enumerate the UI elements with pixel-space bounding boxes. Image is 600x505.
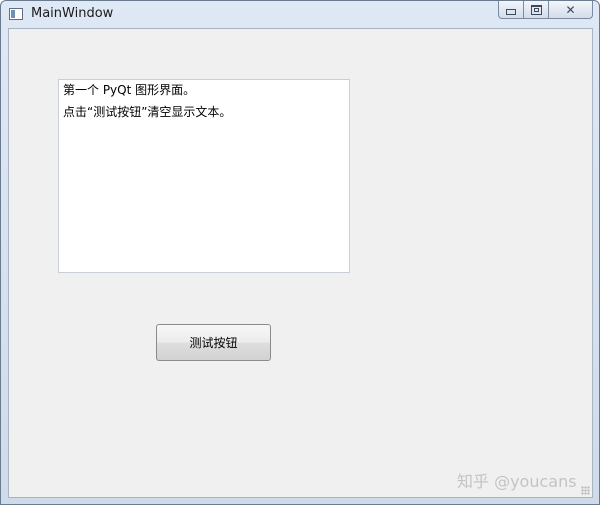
test-button[interactable]: 测试按钮 xyxy=(156,324,271,361)
minimize-icon xyxy=(506,8,516,15)
minimize-button[interactable] xyxy=(498,1,524,19)
size-grip-icon[interactable] xyxy=(581,486,590,495)
title-bar[interactable]: MainWindow ✕ xyxy=(1,1,599,27)
central-widget: 第一个 PyQt 图形界面。 点击“测试按钮”清空显示文本。 测试按钮 知乎 @… xyxy=(8,28,593,498)
watermark-text: 知乎 @youcans xyxy=(457,472,577,491)
text-display-area[interactable]: 第一个 PyQt 图形界面。 点击“测试按钮”清空显示文本。 xyxy=(58,79,350,273)
window-title: MainWindow xyxy=(31,6,114,21)
maximize-button[interactable] xyxy=(524,1,549,19)
app-window-icon xyxy=(9,8,23,20)
maximize-icon xyxy=(530,4,542,15)
main-window: MainWindow ✕ 第一个 PyQt 图形界面。 点击“测试按钮”清空显示… xyxy=(0,0,600,505)
text-line: 第一个 PyQt 图形界面。 xyxy=(63,83,196,97)
close-button[interactable]: ✕ xyxy=(549,1,593,19)
text-line: 点击“测试按钮”清空显示文本。 xyxy=(63,105,232,119)
caption-buttons: ✕ xyxy=(498,1,593,20)
close-icon: ✕ xyxy=(565,2,576,17)
